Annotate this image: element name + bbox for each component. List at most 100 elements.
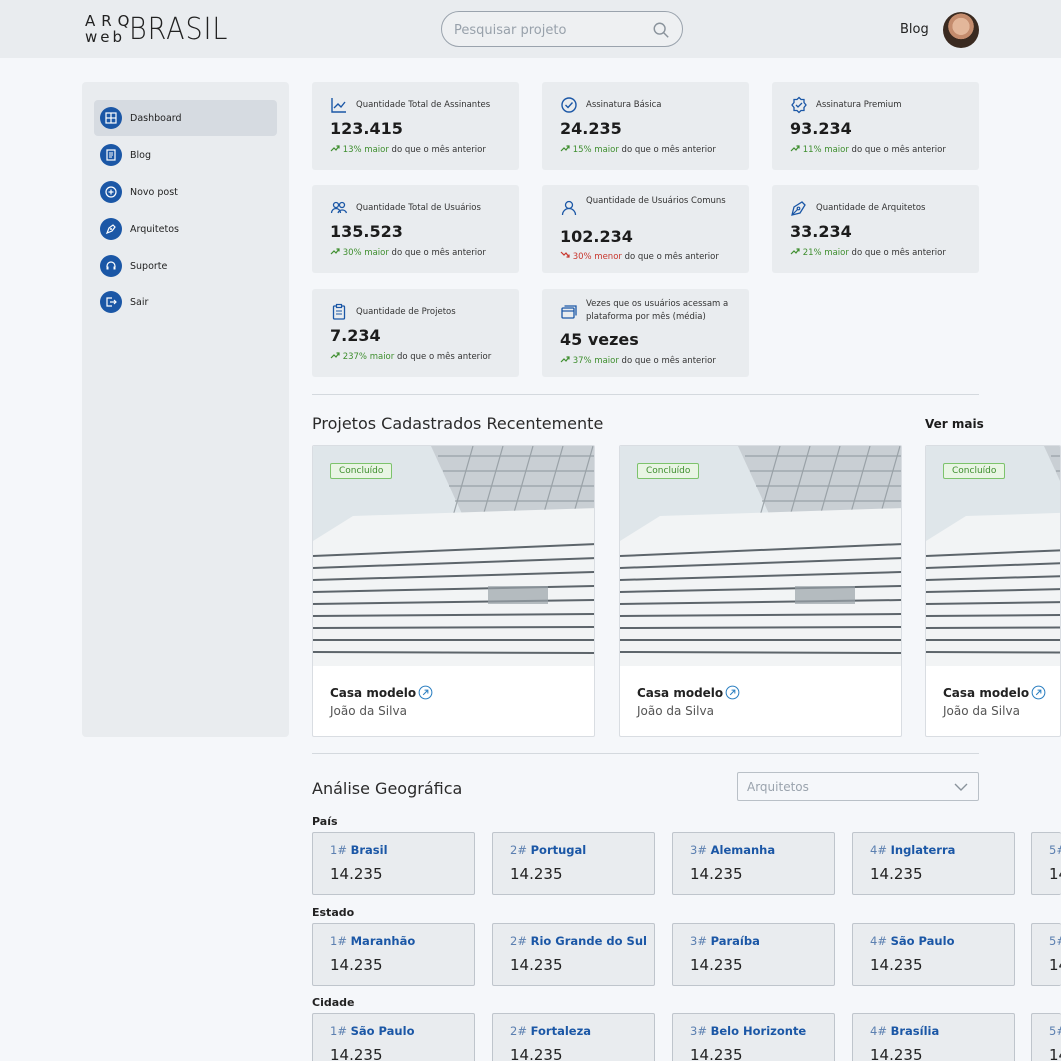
stat-trend: 11% maior do que o mês anterior bbox=[790, 144, 946, 155]
stat-title: Quantidade de Usuários Comuns bbox=[586, 196, 726, 206]
project-title: Casa modelo bbox=[943, 686, 1030, 700]
geo-card: 3# Alemanha 14.235 bbox=[672, 832, 835, 895]
sidebar-item-label: Sair bbox=[130, 296, 149, 308]
stat-title: Assinatura Premium bbox=[816, 100, 902, 110]
geo-rank-name: Alemanha bbox=[710, 843, 776, 857]
geo-value: 14.235 bbox=[690, 1046, 743, 1061]
geo-rank-number: 3# bbox=[690, 1024, 707, 1038]
geo-rank: 1# Maranhão bbox=[330, 934, 415, 948]
geo-filter-select[interactable]: Arquitetos bbox=[737, 772, 979, 801]
trend-up-icon bbox=[790, 145, 800, 152]
geo-rank-name: Brasil bbox=[350, 843, 388, 857]
header-blog-link[interactable]: Blog bbox=[900, 22, 929, 37]
geo-card: 4# Inglaterra 14.235 bbox=[852, 832, 1015, 895]
stat-value: 24.235 bbox=[560, 119, 622, 138]
project-author: João da Silva bbox=[943, 704, 1020, 718]
search-input[interactable] bbox=[454, 20, 644, 40]
stat-card-assinatura-premium: Assinatura Premium 93.234 11% maior do q… bbox=[772, 82, 979, 170]
project-card[interactable]: Concluído Casa modelo João da Silva bbox=[312, 445, 595, 737]
external-link-icon[interactable] bbox=[1031, 685, 1046, 700]
geo-card: 1# Maranhão 14.235 bbox=[312, 923, 475, 986]
project-card[interactable]: Concluído Casa modelo João da Silva bbox=[925, 445, 1061, 737]
project-author: João da Silva bbox=[637, 704, 714, 718]
project-author: João da Silva bbox=[330, 704, 407, 718]
geo-rank: 5# bbox=[1049, 1024, 1061, 1038]
geo-rank-name: São Paulo bbox=[350, 1024, 415, 1038]
project-image bbox=[926, 446, 1060, 666]
geo-group-label: Cidade bbox=[312, 996, 355, 1009]
browser-windows-icon bbox=[561, 305, 577, 319]
clipboard-icon bbox=[332, 303, 346, 320]
geo-rank-number: 4# bbox=[870, 843, 887, 857]
geo-rank-name: Paraíba bbox=[710, 934, 760, 948]
logo[interactable]: ARQ web BRASIL bbox=[85, 12, 227, 48]
geo-rank-number: 1# bbox=[330, 934, 347, 948]
geo-group-label: País bbox=[312, 815, 338, 828]
external-link-icon[interactable] bbox=[725, 685, 740, 700]
trend-up-icon bbox=[330, 248, 340, 255]
geo-card: 5# 14 bbox=[1031, 832, 1061, 895]
stat-value: 123.415 bbox=[330, 119, 403, 138]
geo-card: 2# Portugal 14.235 bbox=[492, 832, 655, 895]
stat-trend-text: do que o mês anterior bbox=[848, 145, 946, 155]
geo-value: 14.235 bbox=[510, 865, 563, 883]
external-link-icon[interactable] bbox=[418, 685, 433, 700]
avatar[interactable] bbox=[943, 12, 979, 48]
geo-rank-name: Maranhão bbox=[350, 934, 416, 948]
geo-rank-number: 3# bbox=[690, 843, 707, 857]
trend-up-icon bbox=[560, 356, 570, 363]
top-header: ARQ web BRASIL Blog bbox=[0, 0, 1061, 58]
geo-card: 5# 14 bbox=[1031, 1013, 1061, 1061]
stat-title: Assinatura Básica bbox=[586, 100, 662, 110]
stat-card-total-usuarios: Quantidade Total de Usuários 135.523 30%… bbox=[312, 185, 519, 273]
stat-value: 33.234 bbox=[790, 222, 852, 241]
stat-title: Vezes que os usuários acessam a platafor… bbox=[586, 299, 729, 322]
geo-value: 14 bbox=[1049, 865, 1061, 883]
sidebar-item-suporte[interactable]: Suporte bbox=[94, 248, 277, 284]
stat-trend-text: do que o mês anterior bbox=[621, 252, 719, 262]
stat-trend-text: do que o mês anterior bbox=[848, 248, 946, 258]
dashboard-icon bbox=[100, 107, 122, 129]
geo-value: 14.235 bbox=[870, 865, 923, 883]
geo-rank-number: 2# bbox=[510, 1024, 527, 1038]
pen-tool-icon bbox=[791, 201, 806, 216]
trend-up-icon bbox=[330, 145, 340, 152]
geo-rank-number: 2# bbox=[510, 934, 527, 948]
divider bbox=[312, 753, 979, 754]
stat-trend-text: do que o mês anterior bbox=[394, 352, 492, 362]
search-icon[interactable] bbox=[652, 21, 670, 39]
search-box bbox=[441, 11, 683, 47]
geo-rank: 2# Fortaleza bbox=[510, 1024, 591, 1038]
sidebar-item-label: Suporte bbox=[130, 260, 168, 272]
geo-value: 14.235 bbox=[510, 1046, 563, 1061]
divider bbox=[312, 394, 979, 395]
chart-line-icon bbox=[331, 98, 346, 113]
stat-trend: 13% maior do que o mês anterior bbox=[330, 144, 486, 155]
stat-value: 45 vezes bbox=[560, 330, 639, 349]
stat-trend: 30% maior do que o mês anterior bbox=[330, 247, 486, 258]
geo-rank: 5# bbox=[1049, 843, 1061, 857]
stat-trend-pct: 21% maior bbox=[802, 248, 849, 258]
geo-group-label: Estado bbox=[312, 906, 355, 919]
sidebar-item-arquitetos[interactable]: Arquitetos bbox=[94, 211, 277, 247]
geo-value: 14.235 bbox=[690, 865, 743, 883]
check-circle-icon bbox=[561, 97, 577, 113]
see-more-link[interactable]: Ver mais bbox=[925, 417, 984, 431]
sidebar-item-blog[interactable]: Blog bbox=[94, 137, 277, 173]
project-card[interactable]: Concluído Casa modelo João da Silva bbox=[619, 445, 902, 737]
sidebar-item-label: Dashboard bbox=[130, 112, 182, 124]
stat-value: 7.234 bbox=[330, 326, 381, 345]
sidebar-item-novo-post[interactable]: Novo post bbox=[94, 174, 277, 210]
sidebar-item-sair[interactable]: Sair bbox=[94, 284, 277, 320]
geo-rank-number: 4# bbox=[870, 934, 887, 948]
geo-rank-number: 3# bbox=[690, 934, 707, 948]
stat-card-acessos: Vezes que os usuários acessam a platafor… bbox=[542, 289, 749, 377]
stat-value: 93.234 bbox=[790, 119, 852, 138]
geo-rank-number: 4# bbox=[870, 1024, 887, 1038]
trend-up-icon bbox=[560, 145, 570, 152]
document-icon bbox=[100, 144, 122, 166]
sidebar-item-dashboard[interactable]: Dashboard bbox=[94, 100, 277, 136]
stat-title: Quantidade de Projetos bbox=[356, 307, 456, 317]
stat-card-usuarios-comuns: Quantidade de Usuários Comuns 102.234 30… bbox=[542, 185, 749, 273]
geo-section-title: Análise Geográfica bbox=[312, 779, 463, 798]
